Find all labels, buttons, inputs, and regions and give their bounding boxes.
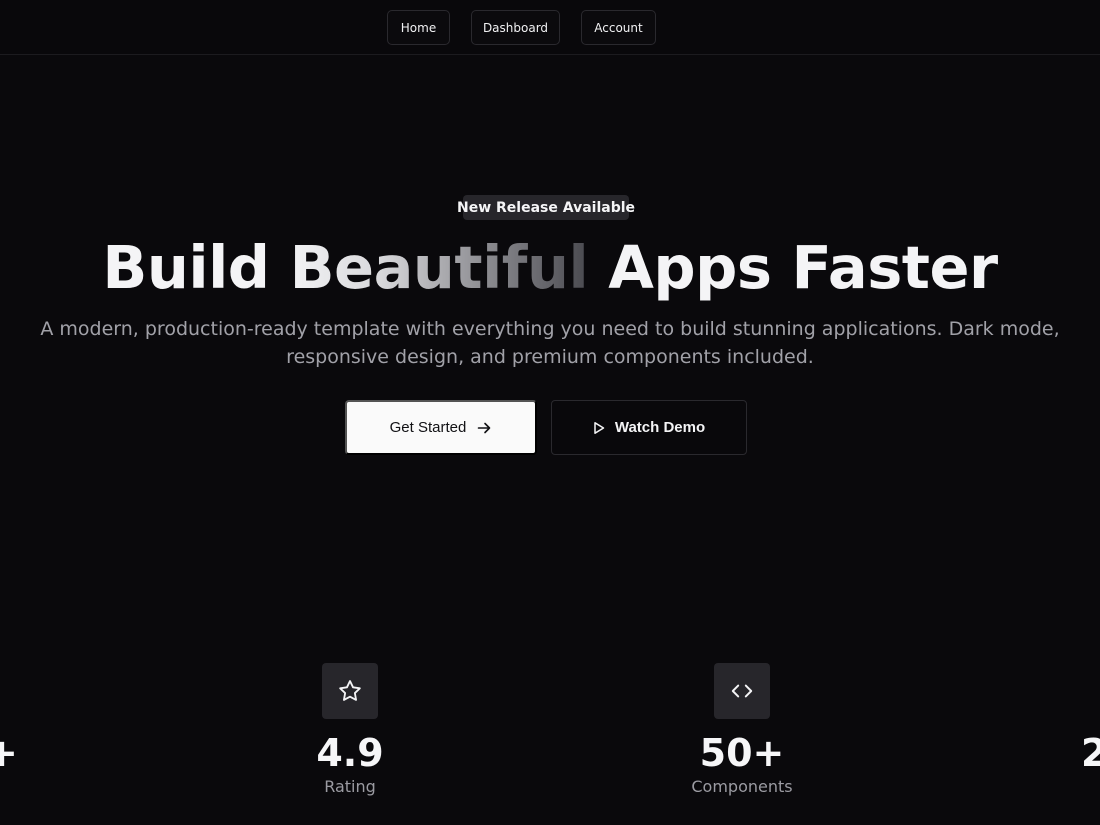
watch-demo-label: Watch Demo bbox=[614, 419, 706, 436]
star-icon bbox=[322, 663, 378, 719]
nav-home-button[interactable]: Home bbox=[387, 10, 450, 45]
stat-label-rating: Rating bbox=[324, 777, 376, 796]
subtitle-line-2: responsive design, and premium component… bbox=[286, 346, 814, 368]
stat-label-components: Components bbox=[691, 777, 793, 796]
headline-part-1: Build bbox=[102, 233, 290, 302]
code-icon bbox=[714, 663, 770, 719]
hero-subtitle: A modern, production-ready template with… bbox=[30, 315, 1070, 371]
arrow-right-icon bbox=[476, 420, 492, 436]
get-started-label: Get Started bbox=[389, 419, 467, 436]
stat-value-partial-right: 2 bbox=[1081, 731, 1100, 775]
headline-part-2: Apps Faster bbox=[588, 233, 998, 302]
stat-value-partial-left: + bbox=[0, 731, 18, 775]
subtitle-line-1: A modern, production-ready template with… bbox=[40, 318, 1060, 340]
stat-value-components: 50+ bbox=[699, 731, 785, 775]
release-badge: New Release Available bbox=[457, 195, 635, 220]
watch-demo-button[interactable]: Watch Demo bbox=[551, 400, 747, 455]
play-icon bbox=[593, 421, 605, 435]
headline-highlight: Beautiful bbox=[289, 233, 589, 302]
stat-value-rating: 4.9 bbox=[316, 731, 384, 775]
nav-dashboard-button[interactable]: Dashboard bbox=[471, 10, 560, 45]
top-navigation: Home Dashboard Account bbox=[0, 0, 1100, 55]
hero-headline: Build Beautiful Apps Faster bbox=[0, 228, 1100, 308]
get-started-button[interactable]: Get Started bbox=[345, 400, 537, 455]
nav-account-button[interactable]: Account bbox=[581, 10, 656, 45]
